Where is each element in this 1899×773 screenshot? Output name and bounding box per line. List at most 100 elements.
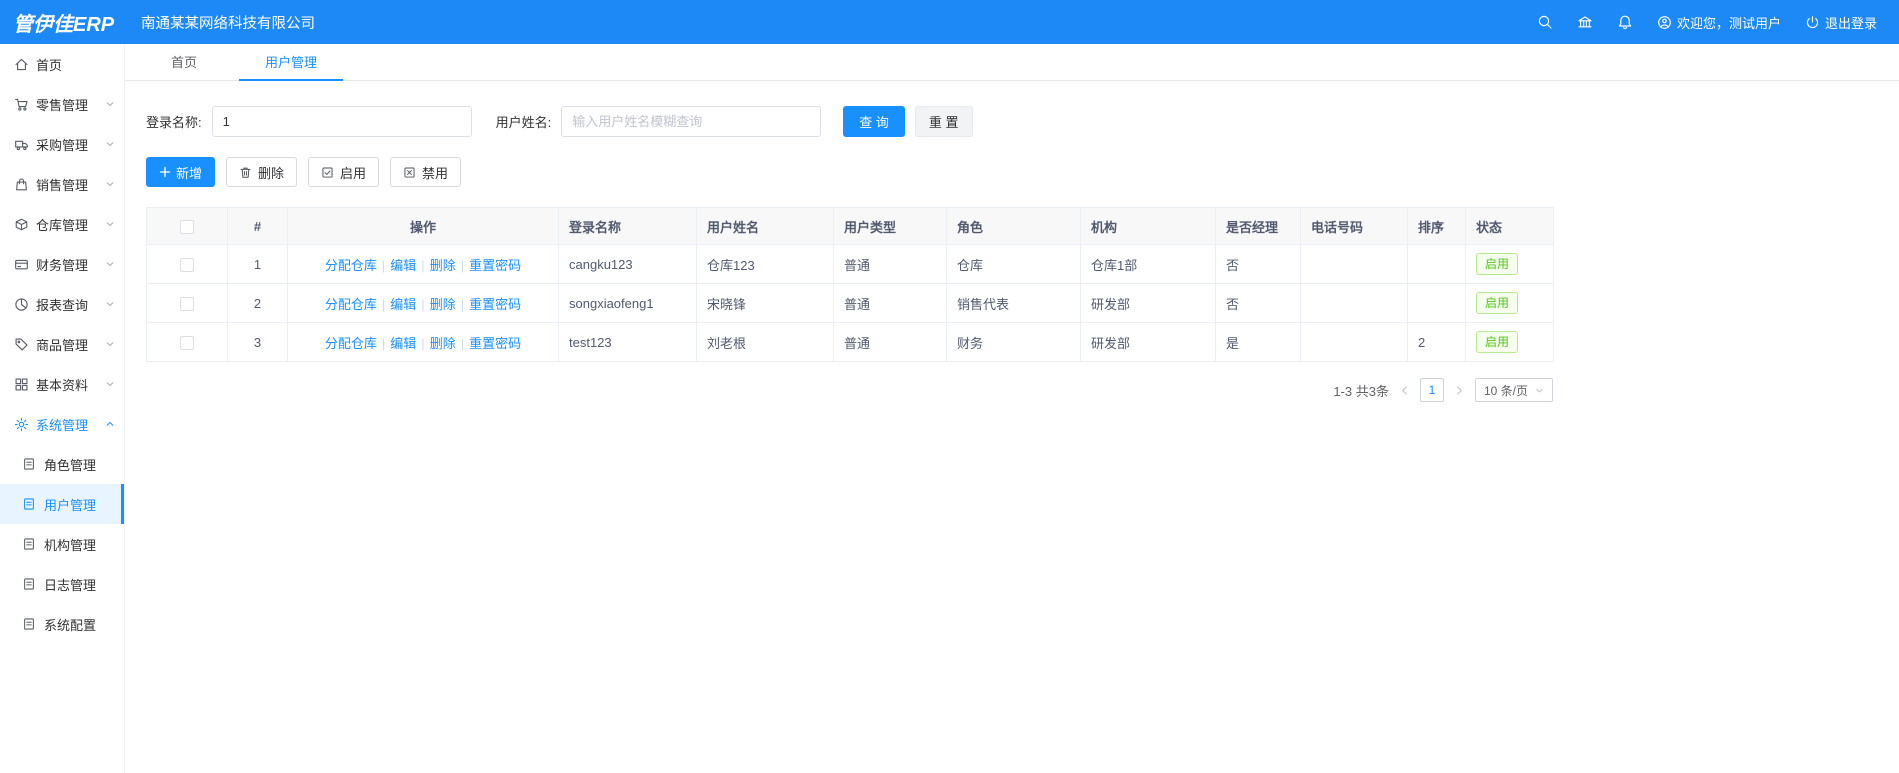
sidebar-item-products[interactable]: 商品管理 [0,324,124,364]
sidebar-item-label: 角色管理 [44,457,97,473]
sidebar-item-label: 用户管理 [44,497,97,513]
retail-icon [13,96,29,112]
reset-button[interactable]: 重 置 [914,106,973,137]
welcome-text: 欢迎您，测试用户 [1676,15,1781,31]
assign-warehouse-link[interactable]: 分配仓库 [325,297,377,312]
row-checkbox[interactable] [180,335,194,350]
product-icon [13,336,29,352]
chevron-down-icon [105,204,115,244]
assign-warehouse-link[interactable]: 分配仓库 [325,258,377,273]
query-button[interactable]: 查 询 [843,106,905,137]
bell-icon[interactable] [1617,14,1633,30]
col-operations: 操作 [287,207,559,245]
disable-button[interactable]: 禁用 [390,157,462,187]
sidebar-item-role-management[interactable]: 角色管理 [0,444,124,484]
reset-password-link[interactable]: 重置密码 [469,258,521,273]
delete-link[interactable]: 删除 [430,336,456,351]
status-badge[interactable]: 启用 [1476,253,1519,275]
login-name-input[interactable] [211,106,472,137]
report-icon [13,296,29,312]
tab-home[interactable]: 首页 [163,44,205,81]
sidebar-item-org-management[interactable]: 机构管理 [0,524,124,564]
cell-phone [1300,244,1408,284]
user-name-input[interactable] [561,106,822,137]
edit-link[interactable]: 编辑 [390,258,416,273]
col-org: 机构 [1080,207,1216,245]
main-area: 首页 用户管理 登录名称: 用户姓名: 查 询 重 置 新增 删除 启用 [125,44,1899,773]
sidebar-item-label: 系统配置 [44,617,97,633]
row-checkbox[interactable] [180,296,194,311]
cell-user-name: 宋晓锋 [696,283,834,323]
home-icon [13,56,29,72]
page-size-select[interactable]: 10 条/页 [1474,378,1553,402]
purchase-icon [13,136,29,152]
prev-page-button[interactable] [1399,385,1410,396]
sidebar-item-label: 采购管理 [36,137,89,153]
row-checkbox[interactable] [180,257,194,272]
status-badge[interactable]: 启用 [1476,292,1519,314]
table-row: 2 分配仓库 | 编辑 | 删除 | 重置密码 songxiaofeng1 宋晓锋 普通 销… [146,283,1554,323]
sidebar-item-label: 机构管理 [44,537,97,553]
link-divider: | [421,335,425,351]
add-button[interactable]: 新增 [146,157,216,187]
page-content: 登录名称: 用户姓名: 查 询 重 置 新增 删除 启用 禁用 [125,81,1899,402]
cell-manager: 否 [1215,244,1301,284]
assign-warehouse-link[interactable]: 分配仓库 [325,336,377,351]
delete-button-label: 删除 [258,165,285,181]
sidebar-item-system[interactable]: 系统管理 [0,404,124,444]
plus-icon [159,166,171,178]
chevron-down-icon [105,244,115,284]
delete-button[interactable]: 删除 [226,157,298,187]
sidebar-item-sales[interactable]: 销售管理 [0,164,124,204]
enable-button[interactable]: 启用 [308,157,380,187]
check-square-icon [321,166,334,179]
sidebar-item-system-config[interactable]: 系统配置 [0,604,124,644]
search-icon[interactable] [1537,14,1553,30]
col-manager: 是否经理 [1215,207,1301,245]
sidebar: 首页 零售管理 采购管理 销售管理 仓库管理 财务管理 报表查询 商品管理 基本… [0,44,125,773]
user-icon [21,496,37,512]
search-form: 登录名称: 用户姓名: 查 询 重 置 [146,106,1878,137]
table-row: 1 分配仓库 | 编辑 | 删除 | 重置密码 cangku123 仓库123 普通 仓库 … [146,244,1554,284]
link-divider: | [381,296,386,312]
cell-user-name: 仓库123 [696,244,834,284]
cell-operations: 分配仓库 | 编辑 | 删除 | 重置密码 [287,283,559,323]
sidebar-item-label: 报表查询 [36,297,89,313]
tab-user-management[interactable]: 用户管理 [239,44,344,81]
sidebar-item-reports[interactable]: 报表查询 [0,284,124,324]
sidebar-item-log-management[interactable]: 日志管理 [0,564,124,604]
delete-link[interactable]: 删除 [430,297,456,312]
page-number-button[interactable]: 1 [1419,378,1444,402]
link-divider: | [421,296,425,312]
status-badge[interactable]: 启用 [1476,331,1519,353]
cell-login-name: test123 [558,322,697,362]
reset-password-link[interactable]: 重置密码 [469,297,521,312]
reset-password-link[interactable]: 重置密码 [469,336,521,351]
cell-status: 启用 [1465,322,1554,362]
sidebar-item-finance[interactable]: 财务管理 [0,244,124,284]
col-login-name: 登录名称 [558,207,697,245]
role-icon [21,456,37,472]
cell-sort: 2 [1407,322,1466,362]
sidebar-item-purchase[interactable]: 采购管理 [0,124,124,164]
sidebar-item-retail[interactable]: 零售管理 [0,84,124,124]
select-all-checkbox[interactable] [180,219,194,234]
top-header: 管伊佳ERP 南通某某网络科技有限公司 欢迎您，测试用户 退出登录 [0,0,1899,44]
sidebar-item-basic-data[interactable]: 基本资料 [0,364,124,404]
sidebar-item-label: 财务管理 [36,257,89,273]
chevron-down-icon [105,364,115,404]
next-page-button[interactable] [1454,385,1465,396]
edit-link[interactable]: 编辑 [390,297,416,312]
sidebar-item-warehouse[interactable]: 仓库管理 [0,204,124,244]
edit-link[interactable]: 编辑 [390,336,416,351]
logout-button[interactable]: 退出登录 [1805,13,1877,32]
table-header-row: # 操作 登录名称 用户姓名 用户类型 角色 机构 是否经理 电话号码 排序 状… [146,207,1554,245]
welcome-user[interactable]: 欢迎您，测试用户 [1657,13,1781,32]
sidebar-item-home[interactable]: 首页 [0,44,124,84]
users-table-wrapper: # 操作 登录名称 用户姓名 用户类型 角色 机构 是否经理 电话号码 排序 状… [146,207,1554,362]
delete-link[interactable]: 删除 [430,258,456,273]
cell-user-type: 普通 [833,244,947,284]
chevron-down-icon [105,164,115,204]
sidebar-item-user-management[interactable]: 用户管理 [0,484,124,524]
bank-icon[interactable] [1577,14,1593,30]
